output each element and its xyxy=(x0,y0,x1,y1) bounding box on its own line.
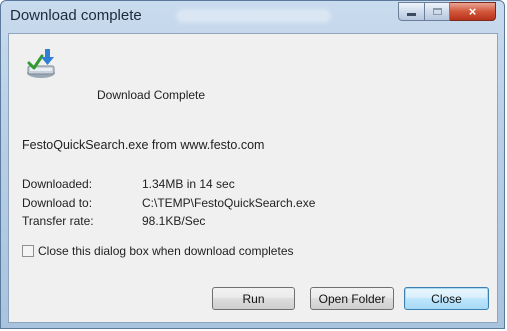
download-dialog-window: Download complete × Download Complete Fe… xyxy=(0,0,505,329)
download-complete-icon xyxy=(27,49,55,78)
close-on-complete-label[interactable]: Close this dialog box when download comp… xyxy=(38,244,294,258)
close-window-button[interactable]: × xyxy=(450,2,496,21)
dialog-body: Download Complete FestoQuickSearch.exe f… xyxy=(8,33,498,323)
blurred-title-region xyxy=(176,9,331,23)
info-value: C:\TEMP\FestoQuickSearch.exe xyxy=(142,196,316,210)
window-title: Download complete xyxy=(10,7,142,24)
close-on-complete-option[interactable]: Close this dialog box when download comp… xyxy=(22,244,294,258)
minimize-icon xyxy=(407,13,416,16)
info-label: Downloaded: xyxy=(22,177,93,191)
file-source-text: FestoQuickSearch.exe from www.festo.com xyxy=(22,138,265,152)
close-on-complete-checkbox[interactable] xyxy=(22,245,34,257)
close-icon: × xyxy=(468,4,477,19)
run-button[interactable]: Run xyxy=(212,287,295,310)
info-value: 1.34MB in 14 sec xyxy=(142,177,235,191)
info-label: Transfer rate: xyxy=(22,214,94,228)
close-button[interactable]: Close xyxy=(404,287,489,310)
title-bar[interactable]: Download complete × xyxy=(1,1,504,33)
minimize-button[interactable] xyxy=(398,2,425,21)
info-label: Download to: xyxy=(22,196,93,210)
dialog-header: Download Complete xyxy=(97,88,206,102)
open-folder-button[interactable]: Open Folder xyxy=(310,287,394,310)
info-value: 98.1KB/Sec xyxy=(142,214,206,228)
maximize-button[interactable] xyxy=(425,2,450,21)
caption-buttons: × xyxy=(398,2,496,22)
maximize-icon xyxy=(432,8,442,15)
